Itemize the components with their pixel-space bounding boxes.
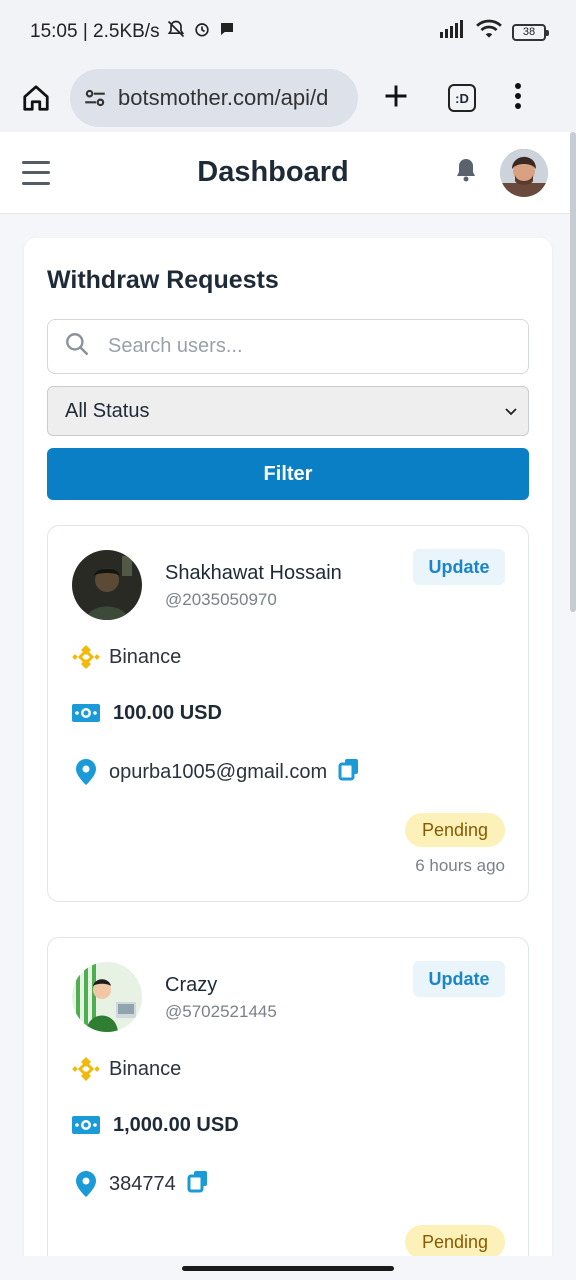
binance-icon [71, 1054, 101, 1084]
withdraw-address: 384774 [109, 1172, 176, 1195]
chat-bubble-icon [218, 20, 236, 44]
withdraw-amount: 1,000.00 USD [113, 1113, 239, 1136]
search-input[interactable] [108, 335, 488, 358]
menu-icon[interactable] [22, 160, 50, 185]
system-status-bar: 15:05 | 2.5KB/s 38 [0, 0, 576, 64]
page-scrollbar[interactable] [570, 132, 576, 612]
requester-avatar [72, 550, 142, 620]
requester-name: Shakhawat Hossain [165, 562, 342, 584]
payment-method: Binance [109, 645, 182, 668]
location-pin-icon [71, 1169, 101, 1199]
requester-avatar [72, 962, 142, 1032]
status-left: 15:05 | 2.5KB/s [30, 19, 236, 45]
status-badge: Pending [405, 813, 505, 847]
address-row: 384774 [71, 1169, 210, 1199]
update-button[interactable]: Update [413, 961, 505, 997]
request-time: 6 hours ago [415, 856, 505, 875]
home-indicator[interactable] [182, 1266, 394, 1271]
user-avatar[interactable] [499, 148, 548, 197]
binance-icon [71, 642, 101, 672]
withdraw-amount: 100.00 USD [113, 701, 222, 724]
location-pin-icon [71, 757, 101, 787]
request-card: Shakhawat Hossain @2035050970 Update Bin… [47, 525, 529, 902]
copy-icon[interactable] [186, 1169, 210, 1199]
site-settings-icon[interactable] [82, 85, 108, 111]
filter-button[interactable]: Filter [47, 448, 529, 500]
wifi-icon [476, 19, 502, 45]
amount-row: 100.00 USD [71, 698, 222, 728]
header-actions [454, 148, 548, 197]
withdraw-requests-panel: Withdraw Requests All Status Filter Shak… [24, 238, 552, 1280]
requester-handle: @2035050970 [165, 590, 277, 609]
alarm-icon [192, 19, 212, 45]
app-header: Dashboard [0, 132, 570, 214]
payment-method: Binance [109, 1057, 182, 1080]
money-bill-icon [71, 698, 101, 728]
update-button[interactable]: Update [413, 549, 505, 585]
status-right: 38 [440, 19, 549, 45]
muted-bell-icon [166, 19, 186, 45]
status-badge: Pending [405, 1225, 505, 1259]
copy-icon[interactable] [337, 757, 361, 787]
tab-switcher-button[interactable]: :D [448, 84, 476, 112]
status-select-value: All Status [65, 399, 150, 422]
search-icon [64, 331, 90, 362]
withdraw-address: opurba1005@gmail.com [109, 760, 328, 783]
requester-name: Crazy [165, 974, 218, 996]
address-bar[interactable]: botsmother.com/api/d [70, 69, 358, 127]
signal-icon [440, 20, 466, 44]
chevron-down-icon [504, 400, 518, 423]
notification-bell-icon[interactable] [454, 157, 478, 188]
battery-icon: 38 [512, 23, 549, 41]
more-menu-icon[interactable] [514, 82, 522, 114]
time-and-speed: 15:05 | 2.5KB/s [30, 21, 160, 42]
page-title: Dashboard [197, 156, 349, 188]
section-title: Withdraw Requests [47, 266, 279, 294]
new-tab-plus-icon[interactable] [382, 82, 410, 115]
request-card: Crazy @5702521445 Update Binance 1,000.0… [47, 937, 529, 1280]
search-field[interactable] [47, 319, 529, 374]
payment-method-row: Binance [71, 1054, 181, 1084]
url-text: botsmother.com/api/d [118, 85, 329, 110]
amount-row: 1,000.00 USD [71, 1110, 239, 1140]
money-bill-icon [71, 1110, 101, 1140]
address-row: opurba1005@gmail.com [71, 757, 361, 787]
browser-actions: :D [382, 82, 522, 115]
requester-handle: @5702521445 [165, 1002, 277, 1021]
payment-method-row: Binance [71, 642, 181, 672]
status-select[interactable]: All Status [47, 386, 529, 436]
browser-toolbar: botsmother.com/api/d :D [0, 64, 576, 132]
home-icon[interactable] [18, 80, 54, 116]
